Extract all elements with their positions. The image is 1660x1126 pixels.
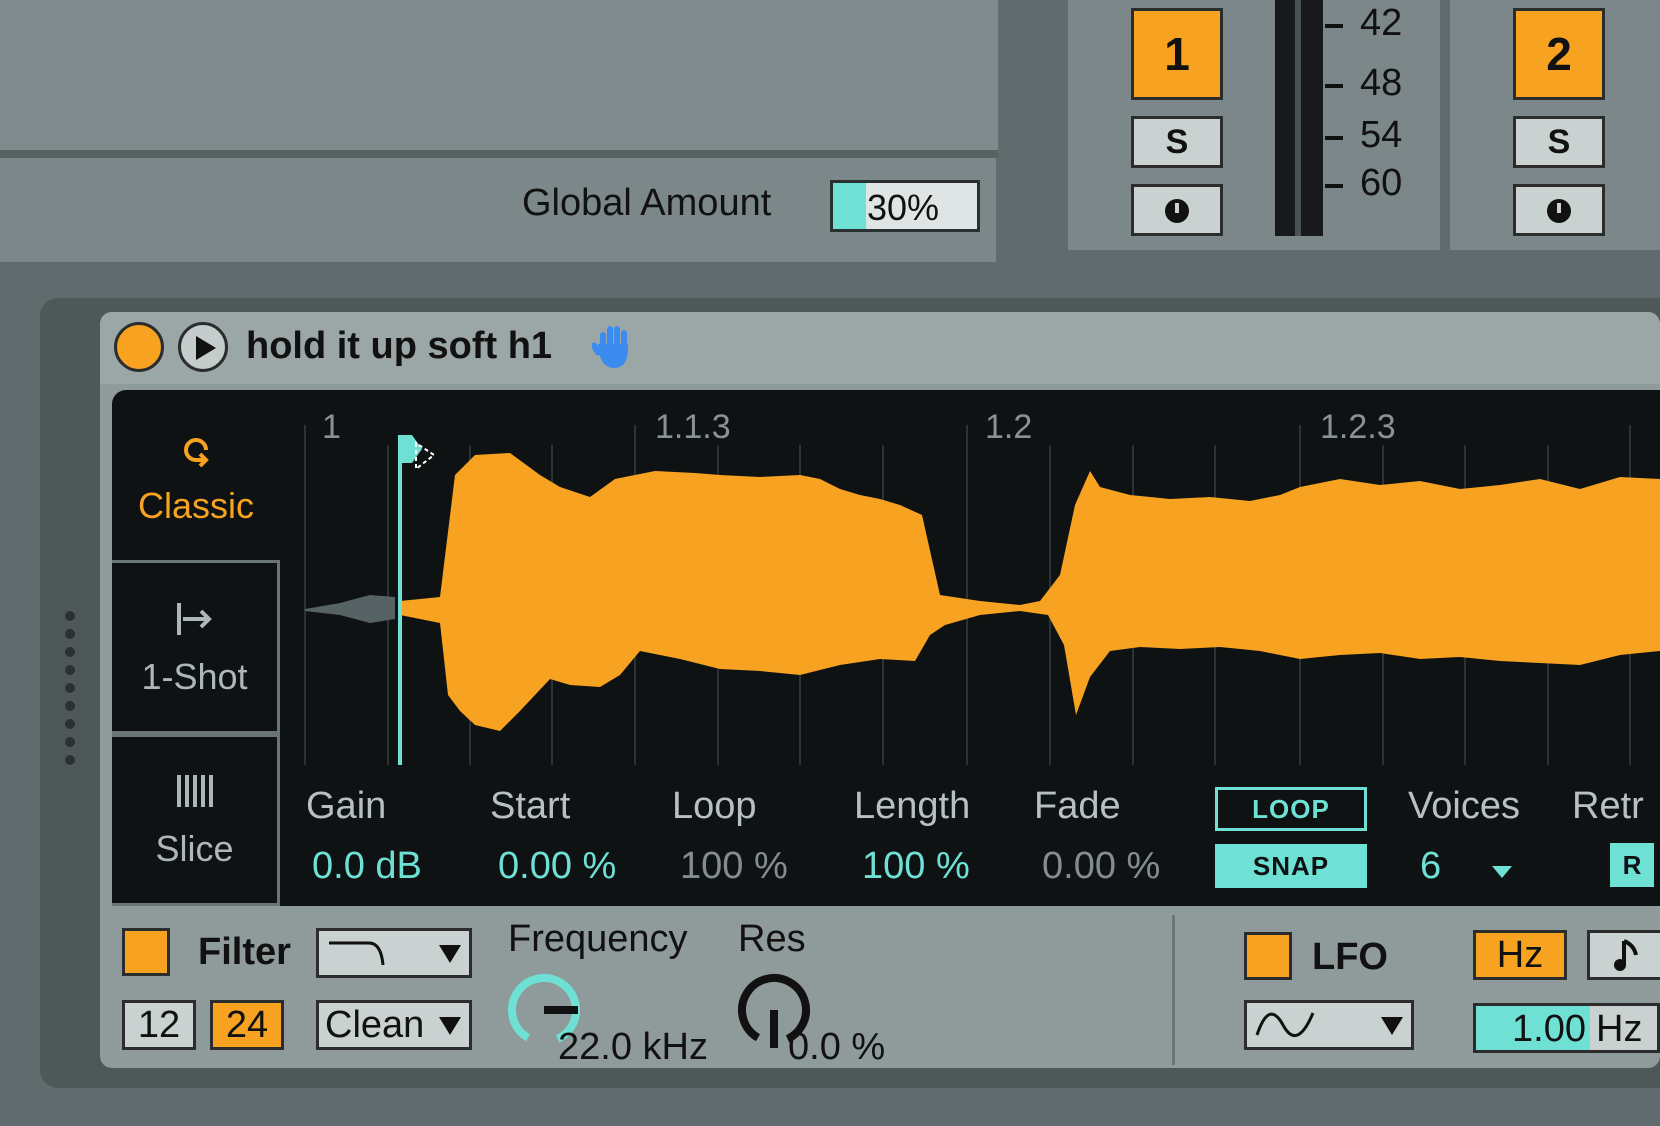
lfo-sync-button[interactable] bbox=[1587, 930, 1660, 980]
headphone-icon bbox=[1547, 199, 1571, 223]
filter-label: Filter bbox=[198, 931, 291, 973]
slope-12-button[interactable]: 12 bbox=[122, 1000, 196, 1050]
lfo-label: LFO bbox=[1312, 936, 1388, 978]
sine-wave-icon bbox=[1255, 1012, 1315, 1037]
lfo-waveform-dropdown[interactable] bbox=[1244, 1000, 1414, 1050]
cue-button-1[interactable] bbox=[1131, 184, 1223, 236]
frequency-label: Frequency bbox=[508, 918, 688, 960]
slope-24-button[interactable]: 24 bbox=[210, 1000, 284, 1050]
hand-icon[interactable] bbox=[592, 322, 636, 372]
frequency-value: 22.0 kHz bbox=[558, 1026, 708, 1068]
filter-type-dropdown[interactable] bbox=[316, 928, 472, 978]
tick-dash bbox=[1325, 184, 1343, 188]
loop-value[interactable]: 100 % bbox=[680, 845, 788, 888]
retrig-label: Retr bbox=[1572, 785, 1644, 827]
level-meter bbox=[1275, 0, 1323, 236]
mode-classic-tab[interactable]: Classic bbox=[112, 420, 280, 560]
device-power-button[interactable] bbox=[114, 322, 164, 372]
macro-panel: Global Amount 30% bbox=[0, 0, 1010, 262]
voices-dropdown-icon[interactable] bbox=[1492, 866, 1512, 878]
section-divider bbox=[1172, 915, 1175, 1065]
global-amount-slider[interactable]: 30% bbox=[830, 180, 980, 232]
mode-slice-tab[interactable]: Slice bbox=[112, 734, 280, 906]
lfo-rate-value: 1.00 bbox=[1512, 1008, 1586, 1050]
filter-enable-toggle[interactable] bbox=[122, 928, 170, 976]
preview-play-button[interactable] bbox=[178, 322, 228, 372]
start-value[interactable]: 0.00 % bbox=[498, 845, 616, 888]
track-activator-2[interactable]: 2 bbox=[1513, 8, 1605, 100]
meter-tick: 48 bbox=[1360, 62, 1403, 104]
lowpass-icon bbox=[329, 941, 385, 966]
meter-tick: 54 bbox=[1360, 114, 1403, 156]
cue-button-2[interactable] bbox=[1513, 184, 1605, 236]
lfo-rate-slider[interactable]: 1.00 Hz bbox=[1473, 1003, 1660, 1053]
mode-oneshot-tab[interactable]: 1-Shot bbox=[112, 560, 280, 734]
voices-value[interactable]: 6 bbox=[1420, 845, 1441, 888]
track-activator-1[interactable]: 1 bbox=[1131, 8, 1223, 100]
macro-inner-panel bbox=[0, 0, 998, 158]
length-label: Length bbox=[854, 785, 971, 827]
global-amount-label: Global Amount bbox=[522, 182, 772, 224]
headphone-icon bbox=[1165, 199, 1189, 223]
retrig-button[interactable]: R bbox=[1610, 843, 1654, 887]
solo-button-2[interactable]: S bbox=[1513, 116, 1605, 168]
mode-classic-label: Classic bbox=[137, 485, 254, 526]
fade-value[interactable]: 0.00 % bbox=[1042, 845, 1160, 888]
note-icon bbox=[1614, 939, 1638, 971]
waveform[interactable] bbox=[300, 415, 1660, 775]
mode-oneshot-label: 1-Shot bbox=[141, 656, 248, 697]
mixer-separator bbox=[1440, 0, 1450, 250]
play-icon bbox=[196, 336, 216, 360]
tick-dash bbox=[1325, 136, 1343, 140]
loop-label: Loop bbox=[672, 785, 757, 827]
tick-dash bbox=[1325, 84, 1343, 88]
meter-tick: 42 bbox=[1360, 2, 1403, 44]
res-value: 0.0 % bbox=[788, 1026, 886, 1068]
chevron-down-icon bbox=[439, 945, 461, 963]
chevron-down-icon bbox=[1381, 1017, 1403, 1035]
chevron-down-icon bbox=[439, 1017, 461, 1035]
gain-value[interactable]: 0.0 dB bbox=[312, 845, 422, 888]
voices-label: Voices bbox=[1408, 785, 1520, 827]
sample-name: hold it up soft h1 bbox=[246, 325, 553, 367]
snap-toggle-button[interactable]: SNAP bbox=[1215, 844, 1367, 888]
tick-dash bbox=[1325, 24, 1343, 28]
mode-slice-label: Slice bbox=[155, 828, 234, 869]
global-amount-value: 30% bbox=[867, 187, 940, 228]
lfo-hz-button[interactable]: Hz bbox=[1473, 930, 1567, 980]
slice-icon bbox=[176, 775, 213, 807]
loop-toggle-button[interactable]: LOOP bbox=[1215, 787, 1367, 831]
lfo-enable-toggle[interactable] bbox=[1244, 932, 1292, 980]
global-amount-fill bbox=[833, 183, 867, 229]
filter-circuit-value: Clean bbox=[325, 1004, 425, 1046]
solo-button-1[interactable]: S bbox=[1131, 116, 1223, 168]
gain-label: Gain bbox=[306, 785, 387, 827]
meter-tick: 60 bbox=[1360, 162, 1403, 204]
filter-circuit-dropdown[interactable]: Clean bbox=[316, 1000, 472, 1050]
oneshot-icon bbox=[176, 603, 212, 635]
loop-mode-icon bbox=[184, 438, 209, 468]
length-value[interactable]: 100 % bbox=[862, 845, 970, 888]
start-label: Start bbox=[490, 785, 571, 827]
lfo-rate-unit: Hz bbox=[1596, 1008, 1643, 1050]
res-label: Res bbox=[738, 918, 806, 960]
resize-grip[interactable] bbox=[64, 610, 76, 770]
fade-label: Fade bbox=[1034, 785, 1121, 827]
